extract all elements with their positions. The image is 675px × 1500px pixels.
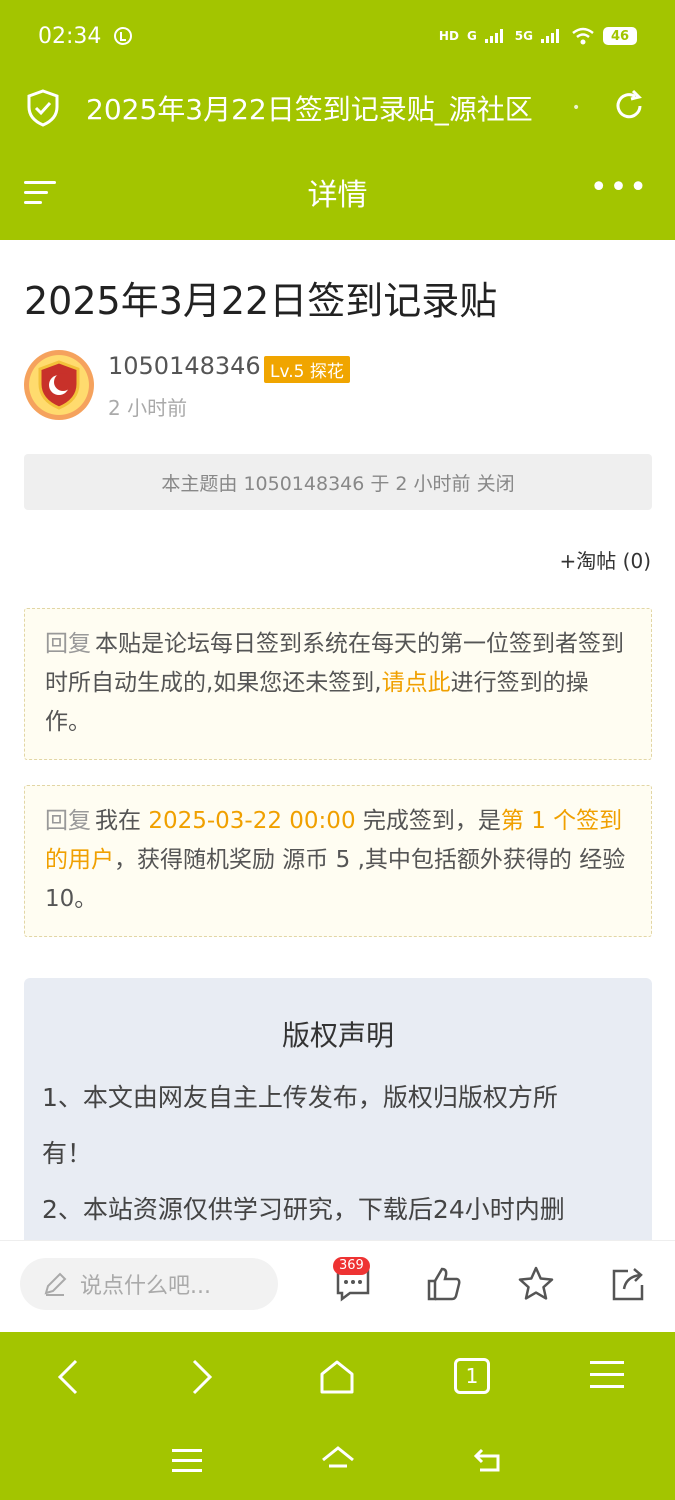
url-more-indicator: • (572, 100, 581, 116)
star-icon[interactable] (517, 1265, 555, 1303)
comment-count-badge: 369 (333, 1257, 370, 1275)
forward-icon[interactable] (190, 1358, 214, 1396)
url-bar[interactable]: 2025年3月22日签到记录贴_源社区 • (0, 72, 675, 144)
copyright-line-2: 2、本站资源仅供学习研究，下载后24小时内删 (42, 1195, 565, 1224)
page-title: 详情 (307, 178, 368, 213)
copyright-line-1: 1、本文由网友自主上传发布，版权归版权方所 (42, 1083, 558, 1112)
signal-icon-2 (541, 29, 559, 43)
closed-notice: 本主题由 1050148346 于 2 小时前 关闭 (24, 454, 652, 510)
back-icon[interactable] (56, 1358, 80, 1396)
copyright-title: 版权声明 (281, 1019, 394, 1052)
browser-menu-icon[interactable] (590, 1360, 624, 1390)
taotie-button[interactable]: +淘帖 (0) (560, 545, 651, 574)
menu-icon[interactable] (24, 180, 58, 206)
page-header: 详情 ••• (0, 144, 675, 240)
reply-label: 回复 (45, 808, 91, 834)
copyright-line-1b: 有！ (42, 1139, 93, 1168)
reload-icon[interactable] (611, 88, 647, 124)
author-name[interactable]: 1050148346 (108, 352, 261, 380)
checkin-link[interactable]: 请点此 (382, 670, 451, 696)
like-icon[interactable] (425, 1265, 463, 1303)
copyright-block: 版权声明 1、本文由网友自主上传发布，版权归版权方所 有！ 2、本站资源仅供学习… (24, 978, 652, 1240)
reply-notice-1: 回复 本贴是论坛每日签到系统在每天的第一位签到者签到时所自动生成的,如果您还未签到… (24, 608, 652, 760)
signal-icon (484, 29, 503, 43)
shield-check-icon[interactable] (26, 89, 60, 127)
comment-input[interactable]: 说点什么吧... (20, 1258, 278, 1310)
status-bar: 02:34 HD G 5G 46 (0, 0, 675, 72)
system-home-icon[interactable] (320, 1444, 356, 1476)
comment-placeholder: 说点什么吧... (80, 1274, 211, 1299)
status-time: 02:34 (38, 23, 102, 49)
post-time: 2 小时前 (108, 396, 188, 420)
level-badge: Lv.5 探花 (264, 356, 350, 383)
tabs-icon[interactable]: 1 (454, 1358, 490, 1394)
reply-label: 回复 (45, 631, 91, 657)
avatar[interactable] (24, 350, 94, 420)
hd-indicator: HD (438, 29, 459, 43)
bottom-nav: 1 (0, 1332, 675, 1500)
reply-text: 我在 (95, 808, 149, 834)
signal-label-1: G (466, 29, 477, 43)
url-title[interactable]: 2025年3月22日签到记录贴_源社区 (86, 88, 566, 128)
reply-text-end: ，获得随机奖励 源币 5 ,其中包括额外获得的 经验10。 (45, 847, 626, 912)
action-bar: 说点什么吧... 369 (0, 1240, 675, 1332)
data-saver-icon (114, 27, 133, 45)
system-back-icon[interactable] (472, 1446, 504, 1474)
reply-text-mid: 完成签到，是 (355, 808, 501, 834)
avatar-shield-icon (38, 360, 80, 410)
share-icon[interactable] (610, 1265, 646, 1303)
more-icon[interactable]: ••• (590, 173, 649, 203)
post-content[interactable]: 2025年3月22日签到记录贴 1050148346 Lv.5 探花 2 小时前… (0, 240, 675, 1240)
post-title: 2025年3月22日签到记录贴 (24, 279, 498, 323)
system-menu-icon[interactable] (172, 1448, 202, 1474)
signal-label-2: 5G (514, 29, 533, 43)
pencil-icon (44, 1272, 67, 1296)
reply-notice-2: 回复 我在 2025-03-22 00:00 完成签到，是第 1 个签到的用户，获… (24, 785, 652, 937)
home-icon[interactable] (318, 1358, 356, 1396)
battery-icon: 46 (603, 27, 637, 45)
wifi-icon (572, 27, 594, 45)
checkin-date: 2025-03-22 00:00 (148, 808, 356, 834)
